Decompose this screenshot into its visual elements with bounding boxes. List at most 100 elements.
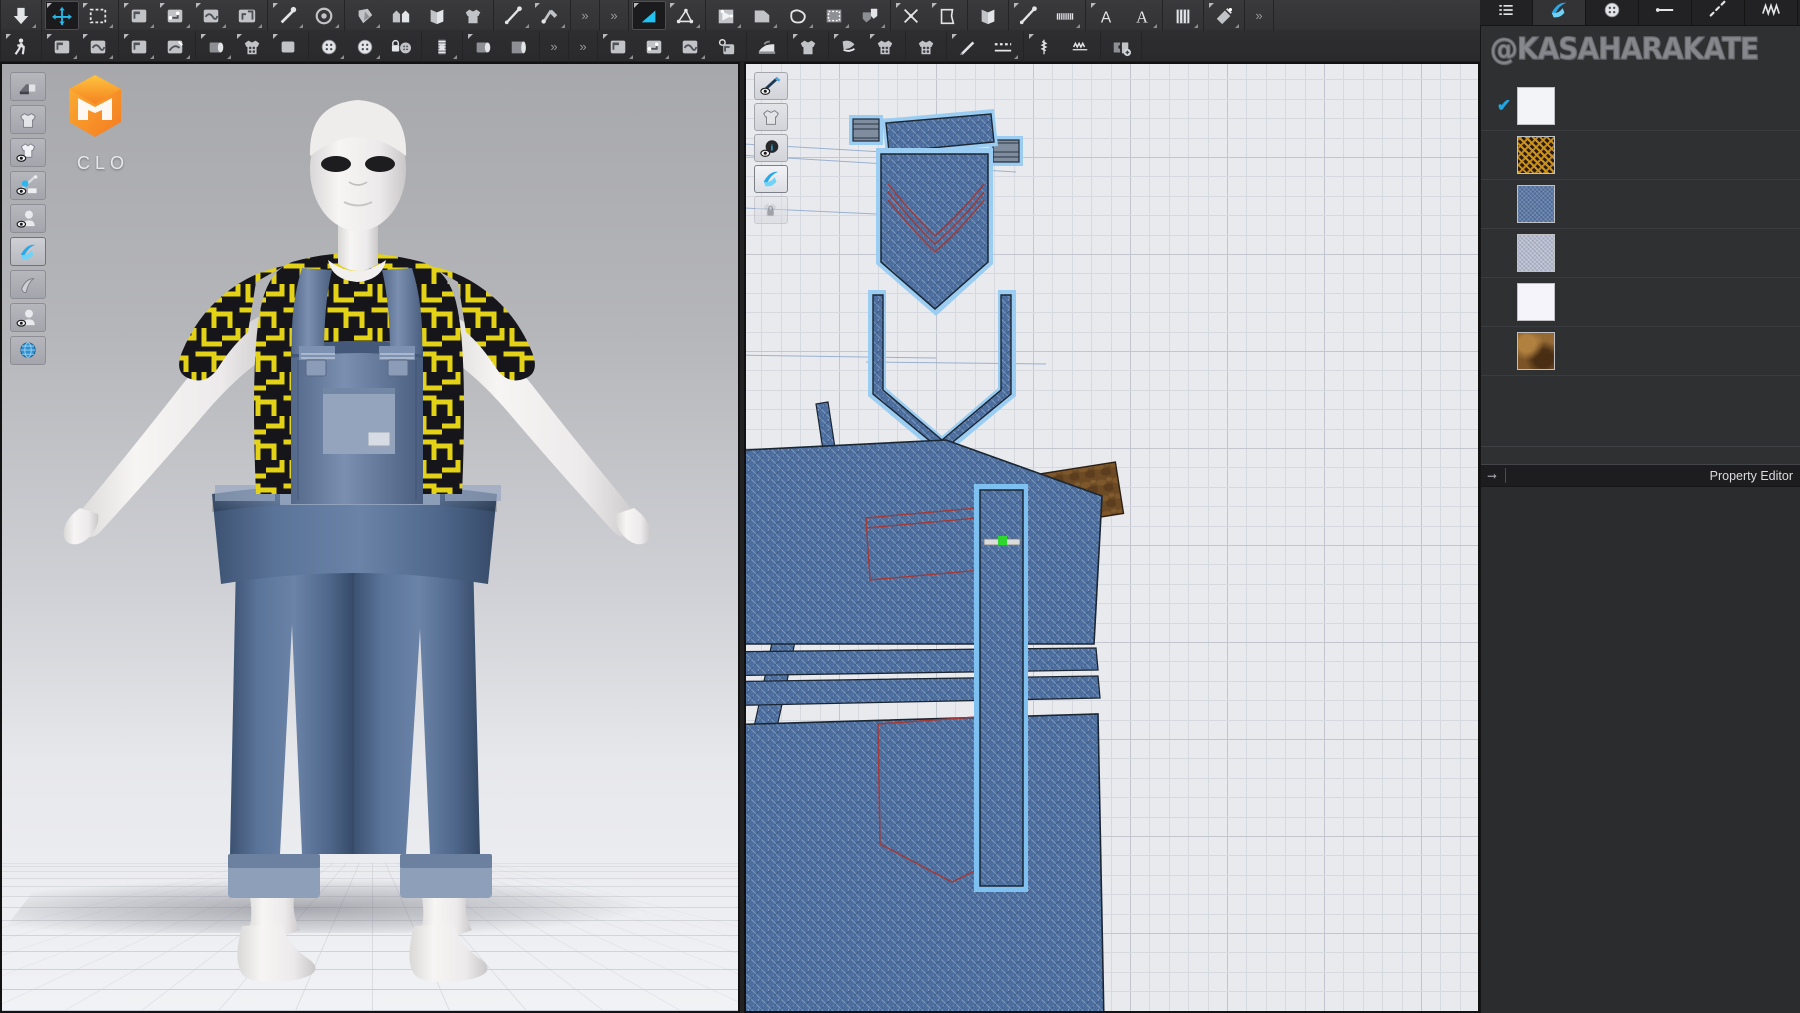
puzzle-add-icon[interactable] (1104, 32, 1138, 61)
sew-segment-icon[interactable] (45, 32, 79, 61)
sew-free-2d-icon[interactable] (673, 32, 707, 61)
chevron-double-right-icon-2[interactable]: » (603, 1, 625, 30)
book-open-icon[interactable] (420, 1, 454, 30)
flat-fabric-icon[interactable] (502, 32, 536, 61)
avatar-garment-render[interactable] (2, 64, 740, 1013)
sew-check-icon[interactable] (158, 32, 192, 61)
chevron-double-right-icon-3[interactable]: » (1248, 1, 1270, 30)
zipper-ruler-icon[interactable] (1012, 1, 1046, 30)
chevron-double-right-icon-5[interactable]: » (572, 32, 594, 61)
show-thickness-icon[interactable] (10, 270, 46, 299)
sew-search-2d-icon[interactable] (709, 32, 743, 61)
show-avatar-eye-icon[interactable] (10, 204, 46, 233)
button-large-icon[interactable] (348, 32, 382, 61)
pattern-pieces-canvas[interactable] (746, 64, 1480, 1013)
topstitch-tab[interactable] (1639, 0, 1692, 25)
scissors-cut-icon[interactable] (894, 1, 928, 30)
fold-hem-icon[interactable] (832, 32, 866, 61)
show-head-icon[interactable] (10, 303, 46, 332)
sew-edit-icon[interactable] (122, 32, 156, 61)
text-tool-icon[interactable]: A (1089, 1, 1123, 30)
property-editor-header[interactable]: ➞ Property Editor (1481, 464, 1800, 487)
show-fabric-icon[interactable] (10, 237, 46, 266)
fold-arrangement-icon[interactable] (230, 1, 264, 30)
button-garment-icon[interactable] (235, 32, 269, 61)
white-swatch[interactable] (1517, 283, 1555, 321)
zigzag-horizontal-icon[interactable] (1063, 32, 1097, 61)
buttonhole-garment-icon[interactable] (271, 32, 305, 61)
garment-piece-icon[interactable] (456, 1, 490, 30)
marquee-select-icon[interactable] (81, 1, 115, 30)
show-pen-eye-icon[interactable] (754, 72, 788, 100)
garment-tshirt-icon[interactable] (791, 32, 825, 61)
pin-icon[interactable] (271, 1, 305, 30)
fabric-row[interactable]: ✔ (1481, 82, 1800, 131)
fabric-row[interactable] (1481, 131, 1800, 180)
fabric-row[interactable] (1481, 278, 1800, 327)
viewport-2d[interactable]: i (744, 62, 1480, 1013)
freeform-shape-icon[interactable] (781, 1, 815, 30)
pen-line-icon[interactable] (950, 32, 984, 61)
show-lock-icon[interactable] (754, 196, 788, 224)
rect-shape-icon[interactable] (745, 1, 779, 30)
fabric-row[interactable] (1481, 327, 1800, 376)
fabric-row[interactable] (1481, 229, 1800, 278)
zigzag-tab[interactable] (1745, 0, 1798, 25)
iron-icon[interactable] (750, 32, 784, 61)
pleat-icon[interactable] (1166, 1, 1200, 30)
pocket-icon[interactable] (853, 1, 887, 30)
arrow-down-icon[interactable] (4, 1, 38, 30)
top-pattern-swatch[interactable] (1517, 136, 1555, 174)
marquee-dashed-icon[interactable] (817, 1, 851, 30)
expand-arrow-icon[interactable]: ➞ (1487, 469, 1497, 483)
show-pattern-eye-icon[interactable] (754, 103, 788, 131)
move-transform-icon[interactable] (45, 1, 79, 30)
button-tshirt-2-icon[interactable] (909, 32, 943, 61)
invisible-swatch[interactable] (1517, 87, 1555, 125)
sew-free-icon[interactable] (81, 32, 115, 61)
dashed-line-icon[interactable] (986, 32, 1020, 61)
bone-rig-icon[interactable] (533, 1, 567, 30)
chevron-double-right-icon-4[interactable]: » (543, 32, 565, 61)
elastic-band-icon[interactable] (1048, 1, 1082, 30)
edit-pattern-icon[interactable] (122, 1, 156, 30)
fabric-tab[interactable] (1533, 0, 1586, 25)
denim-dark-swatch[interactable] (1517, 185, 1555, 223)
drape-fold-icon[interactable] (348, 1, 382, 30)
leather-swatch[interactable] (1517, 332, 1555, 370)
circle-tool-icon[interactable] (307, 1, 341, 30)
edit-point-icon[interactable] (158, 1, 192, 30)
fabric-row[interactable] (1481, 180, 1800, 229)
button-icon[interactable] (312, 32, 346, 61)
viewport-3d[interactable]: CLO (0, 62, 740, 1013)
show-globe-icon[interactable] (10, 336, 46, 365)
text-serif-icon[interactable]: A (1125, 1, 1159, 30)
sew-point-2d-icon[interactable] (637, 32, 671, 61)
walk-avatar-icon[interactable] (4, 32, 38, 61)
measure-tape-icon[interactable] (497, 1, 531, 30)
show-3d-garment-icon[interactable] (10, 72, 46, 101)
play-shape-icon[interactable] (709, 1, 743, 30)
show-stitch-eye-icon[interactable] (10, 171, 46, 200)
polygon-select-icon[interactable] (632, 1, 666, 30)
show-fabric-2d-icon[interactable] (754, 165, 788, 193)
chevron-double-right-icon[interactable]: » (574, 1, 596, 30)
show-garment-eye-icon[interactable] (10, 138, 46, 167)
fabric-visibility-checkbox[interactable]: ✔ (1491, 96, 1517, 116)
symmetric-icon[interactable] (384, 1, 418, 30)
button-tab[interactable] (1586, 0, 1639, 25)
zipper-icon[interactable] (425, 32, 459, 61)
button-lock-icon[interactable] (384, 32, 418, 61)
fold-book-icon[interactable] (971, 1, 1005, 30)
object-browser-tab[interactable] (1480, 0, 1533, 25)
trim-tab[interactable] (1692, 0, 1745, 25)
button-tshirt-icon[interactable] (868, 32, 902, 61)
fabric-brush-icon[interactable] (1207, 1, 1241, 30)
sew-segment-2d-icon[interactable] (601, 32, 635, 61)
show-pattern-icon[interactable] (10, 105, 46, 134)
roll-fabric-icon[interactable] (466, 32, 500, 61)
property-editor-body[interactable] (1481, 487, 1800, 1013)
pattern-outline-icon[interactable] (930, 1, 964, 30)
denim-light-swatch[interactable] (1517, 234, 1555, 272)
fold-roll-icon[interactable] (199, 32, 233, 61)
